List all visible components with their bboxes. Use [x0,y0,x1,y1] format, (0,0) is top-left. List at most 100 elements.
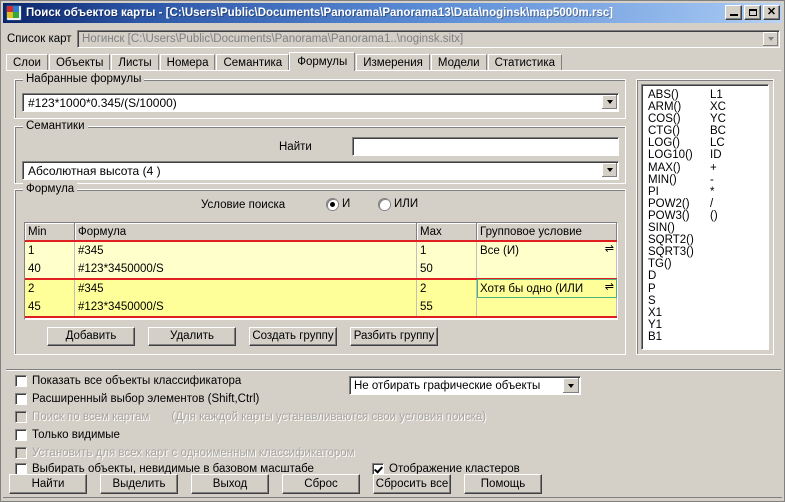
tab-0[interactable]: Слои [6,54,48,71]
radio-and-indicator[interactable] [327,198,338,210]
function-list-item[interactable]: POW2() / [648,198,768,210]
function-operand: * [710,185,715,198]
option-only-visible-label: Только видимые [32,429,120,441]
function-list-item[interactable]: COS() YC [648,113,768,125]
tab-label: Измерения [363,57,423,69]
function-list-item[interactable]: D [648,270,768,282]
cell-max-text: 55 [420,301,433,313]
chevron-down-icon[interactable] [763,32,778,46]
option-show-all-classifier[interactable]: Показать все объекты классификатора [15,375,241,387]
cell-max[interactable]: 50 [416,260,477,280]
find-input[interactable] [352,137,619,156]
dialog-button-5[interactable]: Помощь [464,474,542,494]
functions-list[interactable]: ABS() L1 ARM() XC COS() YC CTG() BC LOG() LC LOG10… [641,84,769,350]
tab-7[interactable]: Модели [430,54,487,71]
dialog-button-1[interactable]: Выделить [100,474,178,494]
dialog-button-2[interactable]: Выход [191,474,269,494]
dialog-button-3[interactable]: Сброс [282,474,360,494]
cell-group[interactable] [476,298,617,318]
checkbox-extended-select[interactable] [15,393,27,405]
function-list-item[interactable]: Y1 [648,319,768,331]
formula-button-2[interactable]: Создать группу [249,327,337,346]
chevron-down-icon[interactable] [602,163,617,177]
tab-4[interactable]: Семантика [216,54,290,71]
title-bar: Поиск объектов карты - [C:\Users\Public\… [3,3,782,23]
option-extended-select[interactable]: Расширенный выбор элементов (Shift,Ctrl) [15,393,259,405]
cell-max[interactable]: 2 [416,278,477,298]
cell-group[interactable] [476,260,617,280]
radio-or-indicator[interactable] [379,198,390,210]
cell-min[interactable]: 45 [25,298,75,318]
formula-button-3[interactable]: Разбить группу [350,327,438,346]
function-list-item[interactable]: TG() [648,258,768,270]
minimize-button[interactable] [725,5,742,20]
option-only-visible[interactable]: Только видимые [15,429,120,441]
function-list-item[interactable]: SQRT2() [648,234,768,246]
cell-min[interactable]: 2 [25,278,75,298]
function-list-item[interactable]: LOG10() ID [648,149,768,161]
function-list-item[interactable]: S [648,295,768,307]
tab-6[interactable]: Измерения [356,54,430,71]
cell-group[interactable]: Все (И) ⇌ [476,240,617,260]
function-list-item[interactable]: LOG() LC [648,137,768,149]
table-row[interactable]: 1 #345 1 Все (И) ⇌ [25,240,617,260]
table-row[interactable]: 40 #123*3450000/S 50 [25,260,617,280]
group-condition-dropdown-icon[interactable]: ⇌ [605,244,614,255]
tab-1[interactable]: Объекты [48,54,111,71]
function-list-item[interactable]: ABS() L1 [648,89,768,101]
function-list-item[interactable]: SIN() [648,222,768,234]
formula-table-container[interactable]: Min Формула Max Групповое условие 1 #345 1 Все… [24,222,618,320]
chevron-down-icon[interactable] [602,95,617,109]
chevron-down-icon[interactable] [563,378,579,393]
column-header-0[interactable]: Min [25,223,75,242]
graphic-objects-combo[interactable]: Не отбирать графические объекты [349,376,581,395]
checkbox-show-all-classifier[interactable] [15,375,27,387]
cell-empty [476,317,617,319]
function-list-item[interactable]: POW3() () [648,210,768,222]
column-header-1[interactable]: Формула [74,223,417,242]
semantics-value: Абсолютная высота (4 ) [28,163,161,178]
option-show-all-classifier-label: Показать все объекты классификатора [32,375,242,387]
semantics-combo[interactable]: Абсолютная высота (4 ) [22,161,619,180]
formula-button-1[interactable]: Удалить [148,327,236,346]
cell-max[interactable]: 1 [416,240,477,260]
column-header-3[interactable]: Групповое условие [476,223,617,242]
function-list-item[interactable]: MAX() + [648,162,768,174]
function-list-item[interactable]: SQRT3() [648,246,768,258]
function-list-item[interactable]: X1 [648,307,768,319]
radio-or[interactable]: ИЛИ [379,198,418,210]
close-button[interactable]: ✕ [763,5,780,20]
function-list-item[interactable]: MIN() - [648,174,768,186]
function-list-item[interactable]: B1 [648,331,768,343]
dialog-button-4[interactable]: Сбросить все [373,474,451,494]
map-list-combo[interactable]: Ногинск [C:\Users\Public\Documents\Panor… [77,30,780,48]
cell-formula[interactable]: #123*3450000/S [74,260,417,280]
search-condition-label: Условие поиска [201,199,286,211]
cell-group[interactable]: Хотя бы одно (ИЛИ ⇌ [476,278,617,298]
function-list-item[interactable]: PI * [648,186,768,198]
column-header-2[interactable]: Max [416,223,477,242]
cell-formula[interactable]: #345 [74,240,417,260]
cell-min[interactable]: 40 [25,260,75,280]
cell-formula[interactable]: #345 [74,278,417,298]
function-list-item[interactable]: CTG() BC [648,125,768,137]
cell-max[interactable]: 55 [416,298,477,318]
formula-button-0[interactable]: Добавить [47,327,135,346]
radio-and[interactable]: И [327,198,350,210]
cell-min[interactable]: 1 [25,240,75,260]
typed-formula-combo[interactable]: #123*1000*0.345/(S/10000) [22,93,619,112]
group-condition-dropdown-icon[interactable]: ⇌ [605,282,614,293]
dialog-button-0[interactable]: Найти [9,474,87,494]
checkbox-only-visible[interactable] [15,429,27,441]
tab-5[interactable]: Формулы [289,52,356,71]
tab-3[interactable]: Номера [159,54,216,71]
tab-2[interactable]: Листы [111,54,159,71]
cell-formula[interactable]: #123*3450000/S [74,298,417,318]
function-name: Y1 [648,318,663,331]
function-list-item[interactable]: ARM() XC [648,101,768,113]
table-row[interactable]: 45 #123*3450000/S 55 [25,298,617,318]
maximize-button[interactable] [744,5,761,20]
function-list-item[interactable]: P [648,283,768,295]
tab-8[interactable]: Статистика [487,54,563,71]
table-row[interactable]: 2 #345 2 Хотя бы одно (ИЛИ ⇌ [25,278,617,298]
